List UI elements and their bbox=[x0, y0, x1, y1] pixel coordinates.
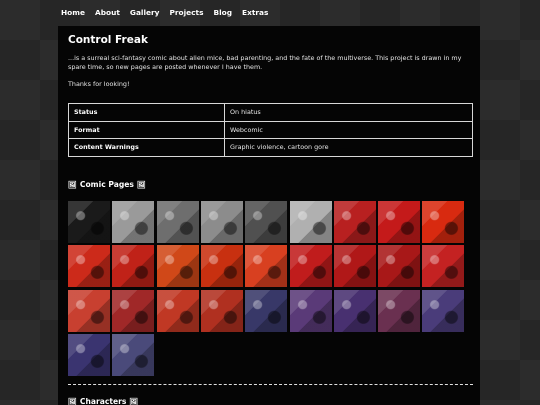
info-key: Content Warnings bbox=[68, 138, 225, 157]
comic-page-thumbnail[interactable] bbox=[68, 333, 110, 376]
image-icon: 🖼 bbox=[136, 180, 146, 189]
comic-page-thumbnail[interactable] bbox=[112, 289, 155, 332]
nav-projects[interactable]: Projects bbox=[164, 0, 208, 26]
comic-page-thumbnail[interactable] bbox=[200, 289, 243, 332]
nav-gallery[interactable]: Gallery bbox=[125, 0, 165, 26]
nav-home[interactable]: Home bbox=[56, 0, 90, 26]
info-value: Graphic violence, cartoon gore bbox=[224, 138, 473, 157]
comic-page-thumbnail[interactable] bbox=[289, 201, 332, 243]
comic-page-thumbnail[interactable] bbox=[245, 201, 288, 243]
comic-pages-label: Comic Pages bbox=[79, 180, 134, 189]
comic-page-thumbnail[interactable] bbox=[200, 201, 243, 243]
section-divider bbox=[68, 384, 473, 385]
comic-page-thumbnail[interactable] bbox=[333, 201, 376, 243]
image-icon: 🖼 bbox=[129, 397, 139, 405]
info-value: Webcomic bbox=[224, 120, 473, 139]
info-row-format: Format Webcomic bbox=[68, 120, 473, 139]
comic-page-thumbnail[interactable] bbox=[156, 201, 199, 243]
nav-about[interactable]: About bbox=[90, 0, 125, 26]
comic-page-thumbnail[interactable] bbox=[68, 201, 110, 243]
comic-page-thumbnail[interactable] bbox=[378, 201, 421, 243]
info-row-content-warnings: Content Warnings Graphic violence, carto… bbox=[68, 138, 473, 157]
comic-page-thumbnail[interactable] bbox=[156, 245, 199, 288]
comic-page-thumbnail[interactable] bbox=[112, 333, 155, 376]
image-icon: 🖼 bbox=[68, 180, 77, 189]
comic-page-thumbnail[interactable] bbox=[112, 201, 155, 243]
comic-page-thumbnail[interactable] bbox=[289, 245, 332, 288]
comic-page-thumbnail[interactable] bbox=[68, 289, 110, 332]
page-description: ...is a surreal sci-fantasy comic about … bbox=[68, 54, 462, 72]
comic-page-thumbnail[interactable] bbox=[333, 289, 376, 332]
comic-pages-heading: 🖼 Comic Pages 🖼 bbox=[68, 180, 146, 189]
comic-page-thumbnail[interactable] bbox=[245, 245, 288, 288]
thanks-text: Thanks for looking! bbox=[68, 80, 130, 88]
comic-page-thumbnail[interactable] bbox=[200, 245, 243, 288]
comic-page-thumbnail[interactable] bbox=[156, 289, 199, 332]
info-value: On hiatus bbox=[224, 103, 473, 122]
nav-extras[interactable]: Extras bbox=[237, 0, 273, 26]
comic-page-thumbnail[interactable] bbox=[422, 201, 465, 243]
comic-page-thumbnail[interactable] bbox=[289, 289, 332, 332]
comic-page-thumbnail[interactable] bbox=[422, 245, 465, 288]
comic-page-thumbnail[interactable] bbox=[333, 245, 376, 288]
comic-page-thumbnail[interactable] bbox=[422, 289, 465, 332]
info-table: Status On hiatus Format Webcomic Content… bbox=[68, 103, 473, 157]
main-content-panel: Control Freak ...is a surreal sci-fantas… bbox=[58, 26, 480, 405]
comic-page-thumbnail[interactable] bbox=[378, 245, 421, 288]
comic-page-thumbnail[interactable] bbox=[378, 289, 421, 332]
characters-label: Characters bbox=[79, 397, 127, 405]
info-key: Format bbox=[68, 120, 225, 139]
page-title: Control Freak bbox=[68, 34, 148, 46]
comic-page-thumbnail[interactable] bbox=[68, 245, 110, 288]
info-key: Status bbox=[68, 103, 225, 122]
info-row-status: Status On hiatus bbox=[68, 103, 473, 122]
image-icon: 🖼 bbox=[68, 397, 77, 405]
comic-page-thumbnail[interactable] bbox=[112, 245, 155, 288]
characters-heading: 🖼 Characters 🖼 bbox=[68, 397, 138, 405]
nav-blog[interactable]: Blog bbox=[208, 0, 237, 26]
top-navigation: Home About Gallery Projects Blog Extras bbox=[56, 0, 273, 26]
comic-page-thumbnail[interactable] bbox=[245, 289, 288, 332]
